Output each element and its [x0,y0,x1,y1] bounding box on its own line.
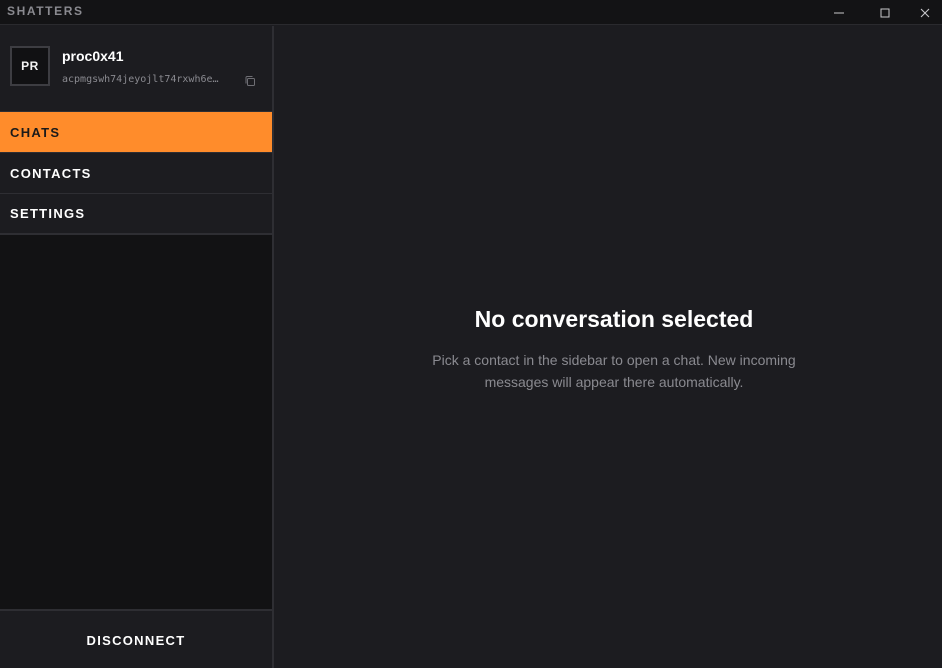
empty-state-line: messages will appear there automatically… [484,374,744,390]
nav-item-contacts[interactable]: CONTACTS [0,153,272,194]
sidebar-footer: DISCONNECT [0,609,272,668]
empty-state-description: Pick a contact in the sidebar to open a … [424,349,804,393]
avatar: PR [10,46,50,86]
username: proc0x41 [62,48,124,64]
close-icon [920,8,930,17]
account-address: acpmgswh74jeyojlt74rxwh6e… [62,74,219,85]
nav-item-label: CONTACTS [10,165,92,181]
minimize-icon [834,12,844,13]
empty-state-line: Pick a contact in the sidebar to open a … [432,352,796,368]
empty-state-title: No conversation selected [474,306,754,332]
maximize-button[interactable] [862,0,908,25]
disconnect-button[interactable]: DISCONNECT [0,611,272,668]
sidebar-nav: CHATS CONTACTS SETTINGS [0,112,272,235]
conversation-pane: No conversation selected Pick a contact … [274,26,942,668]
minimize-button[interactable] [816,0,862,25]
nav-item-label: SETTINGS [10,206,86,221]
empty-state: No conversation selected Pick a contact … [274,306,942,393]
app-title: SHATTERS [7,4,84,18]
app-window: SHATTERS PR proc0x41 acpmgswh74jeyojlt74… [0,0,942,668]
close-button[interactable] [908,0,942,25]
title-bar: SHATTERS [0,0,942,25]
nav-item-label: CHATS [10,124,61,140]
profile-card: PR proc0x41 acpmgswh74jeyojlt74rxwh6e… [0,26,272,112]
copy-icon[interactable] [244,75,256,87]
nav-item-chats[interactable]: CHATS [0,112,272,153]
nav-item-settings[interactable]: SETTINGS [0,194,272,235]
maximize-icon [880,8,890,17]
sidebar: PR proc0x41 acpmgswh74jeyojlt74rxwh6e… C… [0,26,274,668]
